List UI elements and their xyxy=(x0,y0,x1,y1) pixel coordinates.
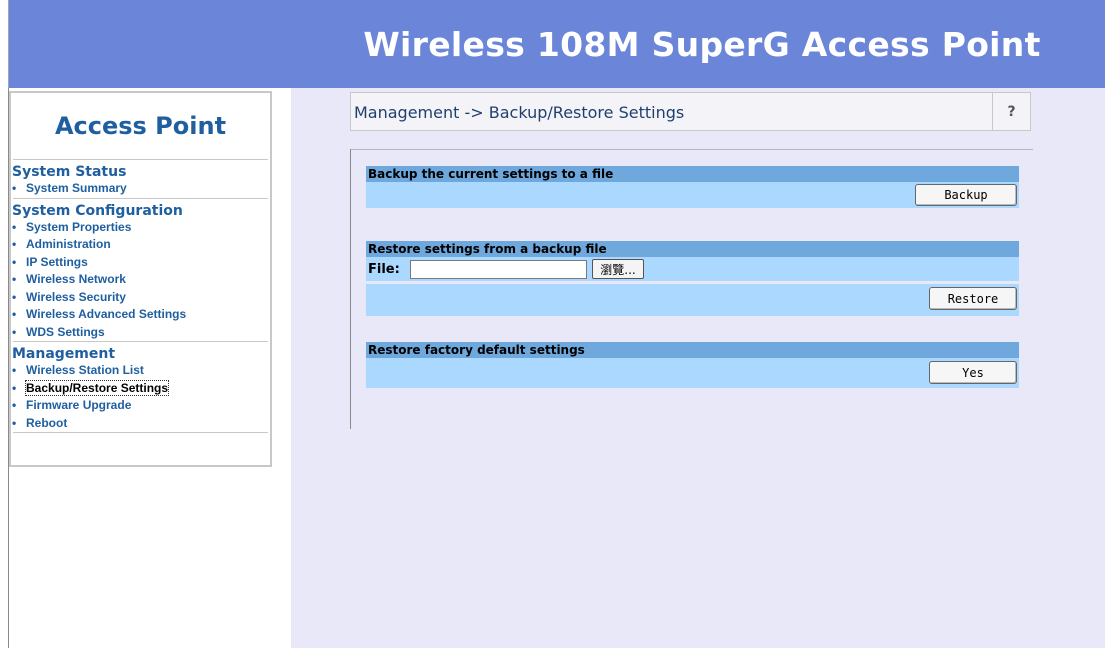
sidebar-item-firmware-upgrade[interactable]: • Firmware Upgrade xyxy=(11,397,270,415)
backup-row: Backup xyxy=(366,182,1019,208)
file-label: File: xyxy=(368,262,400,277)
page-heading-box: Management -> Backup/Restore Settings ? xyxy=(350,92,1031,131)
file-input[interactable] xyxy=(410,260,587,279)
sidebar-item-system-summary[interactable]: • System Summary xyxy=(11,180,270,198)
sidebar-item-wds-settings[interactable]: • WDS Settings xyxy=(11,324,270,342)
sidebar-section-title: System Status xyxy=(12,164,127,180)
bullet-icon: • xyxy=(12,181,17,195)
page-header: Wireless 108M SuperG Access Point xyxy=(8,0,1105,88)
divider xyxy=(13,432,268,433)
browse-button[interactable]: 瀏覽... xyxy=(592,259,644,279)
sidebar-item-backup-restore-settings[interactable]: • Backup/Restore Settings xyxy=(11,379,270,398)
bullet-icon: • xyxy=(12,237,17,251)
sidebar-section-system-status: System Status • System Summary xyxy=(11,160,270,198)
sidebar-section-title: System Configuration xyxy=(12,202,183,219)
bullet-icon: • xyxy=(12,272,17,286)
sidebar-item-wireless-advanced-settings[interactable]: • Wireless Advanced Settings xyxy=(11,306,270,324)
restore-row: Restore xyxy=(366,284,1019,316)
sidebar-section-title: Management xyxy=(12,346,116,362)
panel-border-top xyxy=(350,149,1033,150)
sidebar-item-ip-settings[interactable]: • IP Settings xyxy=(11,254,270,272)
factory-section: Restore factory default settings Yes xyxy=(366,342,1019,388)
bullet-icon: • xyxy=(12,219,17,234)
sidebar-item-wireless-station-list[interactable]: • Wireless Station List xyxy=(11,362,270,380)
help-button[interactable]: ? xyxy=(992,93,1030,130)
bullet-icon: • xyxy=(12,289,17,304)
bullet-icon: • xyxy=(12,254,17,269)
sidebar-section-management: Management • Wireless Station List • Backu… xyxy=(11,342,270,432)
bullet-icon: • xyxy=(12,324,17,339)
restore-heading: Restore settings from a backup file xyxy=(366,241,1019,257)
bullet-icon: • xyxy=(12,380,17,395)
backup-heading: Backup the current settings to a file xyxy=(366,166,1019,182)
sidebar-item-reboot[interactable]: • Reboot xyxy=(11,415,270,433)
bullet-icon: • xyxy=(12,363,17,377)
restore-section: Restore settings from a backup file File… xyxy=(366,241,1019,316)
sidebar-item-administration[interactable]: • Administration xyxy=(11,236,270,254)
page-heading: Management -> Backup/Restore Settings xyxy=(354,103,685,122)
backup-section: Backup the current settings to a file Ba… xyxy=(366,166,1019,208)
page-title: Wireless 108M SuperG Access Point xyxy=(363,24,1041,64)
sidebar: Access Point System Status • System Summa… xyxy=(9,91,272,467)
file-row: File: 瀏覽... xyxy=(366,257,1019,281)
yes-button[interactable]: Yes xyxy=(929,361,1017,384)
bullet-icon: • xyxy=(12,398,17,412)
factory-heading: Restore factory default settings xyxy=(366,342,1019,358)
sidebar-item-system-properties[interactable]: • System Properties xyxy=(11,219,270,237)
main-content: Management -> Backup/Restore Settings ? … xyxy=(291,88,1105,648)
bullet-icon: • xyxy=(12,415,17,430)
backup-button[interactable]: Backup xyxy=(915,184,1017,206)
restore-button[interactable]: Restore xyxy=(929,287,1017,310)
factory-row: Yes xyxy=(366,358,1019,388)
panel-border-left xyxy=(350,149,351,429)
bullet-icon: • xyxy=(12,307,17,321)
sidebar-item-wireless-network[interactable]: • Wireless Network xyxy=(11,271,270,289)
sidebar-section-system-configuration: System Configuration • System Properties … xyxy=(11,199,270,342)
sidebar-item-wireless-security[interactable]: • Wireless Security xyxy=(11,289,270,307)
sidebar-brand: Access Point xyxy=(54,112,227,140)
